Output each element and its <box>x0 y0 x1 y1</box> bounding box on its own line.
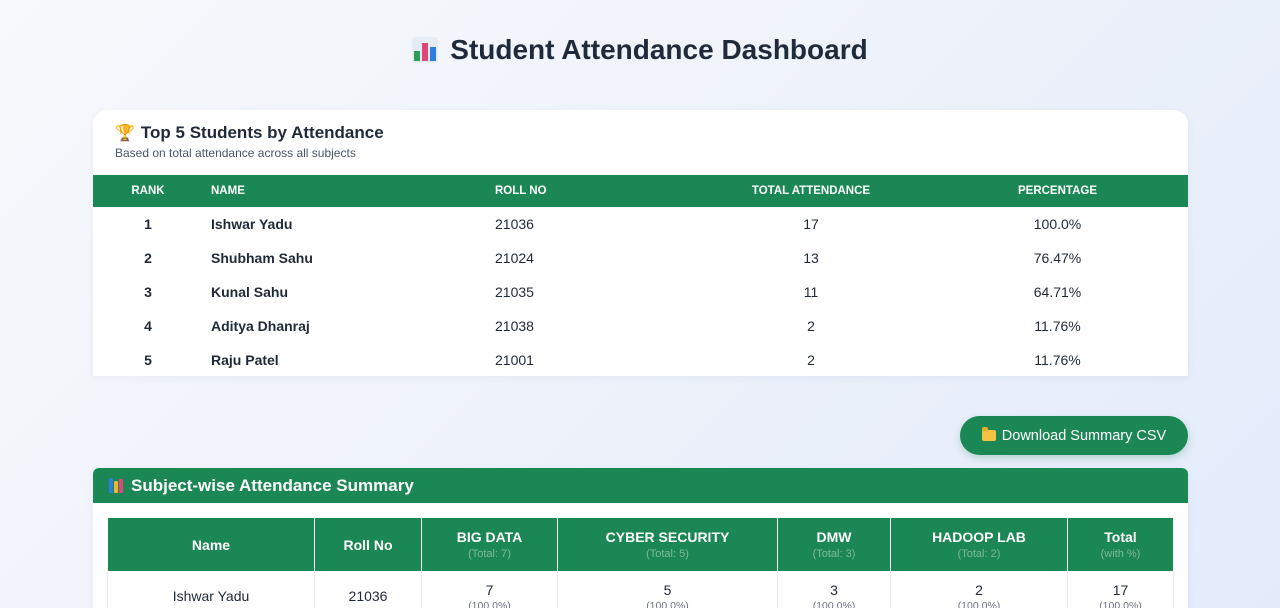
big-data-cell: 7 (100.0%) <box>421 571 558 608</box>
name-cell: Ishwar Yadu <box>107 571 315 608</box>
col-total: Total Attendance <box>751 185 871 197</box>
col-name: Name <box>107 517 315 572</box>
percentage-cell: 11.76% <box>1034 318 1081 334</box>
name-cell: Shubham Sahu <box>211 250 313 266</box>
subject-summary-card: Subject-wise Attendance Summary Name Rol… <box>93 468 1188 608</box>
table-row: Ishwar Yadu 21036 7 (100.0%) 5 (100.0%) 3(… <box>107 571 1174 608</box>
rank-cell: 3 <box>144 284 152 300</box>
folder-icon <box>981 427 996 441</box>
percentage-cell: 100.0% <box>1033 216 1082 232</box>
roll-cell: 21035 <box>495 284 534 300</box>
top-students-subtitle: Based on total attendance across all sub… <box>115 146 356 160</box>
rank-cell: 2 <box>144 250 152 266</box>
download-summary-csv-button[interactable]: Download Summary CSV <box>960 416 1188 455</box>
total-cell: 2 <box>807 352 815 368</box>
bar-chart-icon <box>412 37 439 63</box>
total-cell: 11 <box>803 284 819 300</box>
col-dmw: DMW (Total: 3) <box>777 517 891 572</box>
top-students-header-row: Rank Name Roll No Total Attendance Perce… <box>93 175 1188 207</box>
total-cell: 13 <box>803 250 819 266</box>
roll-cell: 21024 <box>495 250 534 266</box>
hadoop-lab-cell: 2 (100.0%) <box>890 571 1068 608</box>
roll-cell: 21038 <box>495 318 534 334</box>
rank-cell: 5 <box>144 352 152 368</box>
page-title-text: Student Attendance Dashboard <box>450 34 868 65</box>
rank-cell: 4 <box>144 318 152 334</box>
table-row: 1 Ishwar Yadu 21036 17 100.0% <box>93 207 1188 241</box>
col-percentage: Percentage <box>1017 185 1098 197</box>
roll-cell: 21001 <box>495 352 534 368</box>
top-students-title-text: Top 5 Students by Attendance <box>140 123 384 142</box>
name-cell: Ishwar Yadu <box>211 216 293 232</box>
col-roll: Roll No <box>314 517 422 572</box>
table-row: 4 Aditya Dhanraj 21038 2 11.76% <box>93 309 1188 343</box>
col-cyber-security: CYBER SECURITY (Total: 5) <box>557 517 778 572</box>
name-cell: Aditya Dhanraj <box>211 318 310 334</box>
col-big-data: BIG DATA (Total: 7) <box>421 517 558 572</box>
subject-summary-title: Subject-wise Attendance Summary <box>131 475 414 495</box>
name-cell: Raju Patel <box>211 352 279 368</box>
books-icon <box>109 478 123 493</box>
percentage-cell: 11.76% <box>1034 352 1081 368</box>
top-students-card: 🏆 Top 5 Students by Attendance Based on … <box>93 110 1188 376</box>
summary-header-row: Name Roll No BIG DATA (Total: 7) CYBER SE… <box>107 517 1174 572</box>
trophy-icon: 🏆 <box>115 125 135 142</box>
table-row: 5 Raju Patel 21001 2 11.76% <box>93 343 1188 376</box>
col-rank: Rank <box>131 185 165 197</box>
col-name: Name <box>211 185 245 197</box>
page-title: Student Attendance Dashboard <box>0 34 1280 66</box>
total-cell: 17 <box>803 216 819 232</box>
subject-summary-header: Subject-wise Attendance Summary <box>93 468 1188 503</box>
total-cell: 17 (100.0%) <box>1067 571 1174 608</box>
col-hadoop-lab: HADOOP LAB (Total: 2) <box>890 517 1068 572</box>
percentage-cell: 76.47% <box>1033 250 1082 266</box>
top-students-title: 🏆 Top 5 Students by Attendance <box>115 123 1168 143</box>
cyber-security-cell: 5 (100.0%) <box>557 571 778 608</box>
total-cell: 2 <box>807 318 815 334</box>
table-row: 3 Kunal Sahu 21035 11 64.71% <box>93 275 1188 309</box>
col-total: Total (with %) <box>1067 517 1174 572</box>
col-roll: Roll No <box>495 185 547 197</box>
top-students-header: 🏆 Top 5 Students by Attendance Based on … <box>93 110 1188 175</box>
roll-cell: 21036 <box>314 571 422 608</box>
table-row: 2 Shubham Sahu 21024 13 76.47% <box>93 241 1188 275</box>
top-students-table: Rank Name Roll No Total Attendance Perce… <box>93 175 1188 376</box>
subject-summary-table: Name Roll No BIG DATA (Total: 7) CYBER SE… <box>107 517 1174 608</box>
dmw-cell: 3 (100.0%) <box>777 571 891 608</box>
name-cell: Kunal Sahu <box>211 284 289 300</box>
percentage-cell: 64.71% <box>1033 284 1082 300</box>
rank-cell: 1 <box>144 216 152 232</box>
download-button-label: Download Summary CSV <box>1001 427 1167 444</box>
roll-cell: 21036 <box>495 216 534 232</box>
